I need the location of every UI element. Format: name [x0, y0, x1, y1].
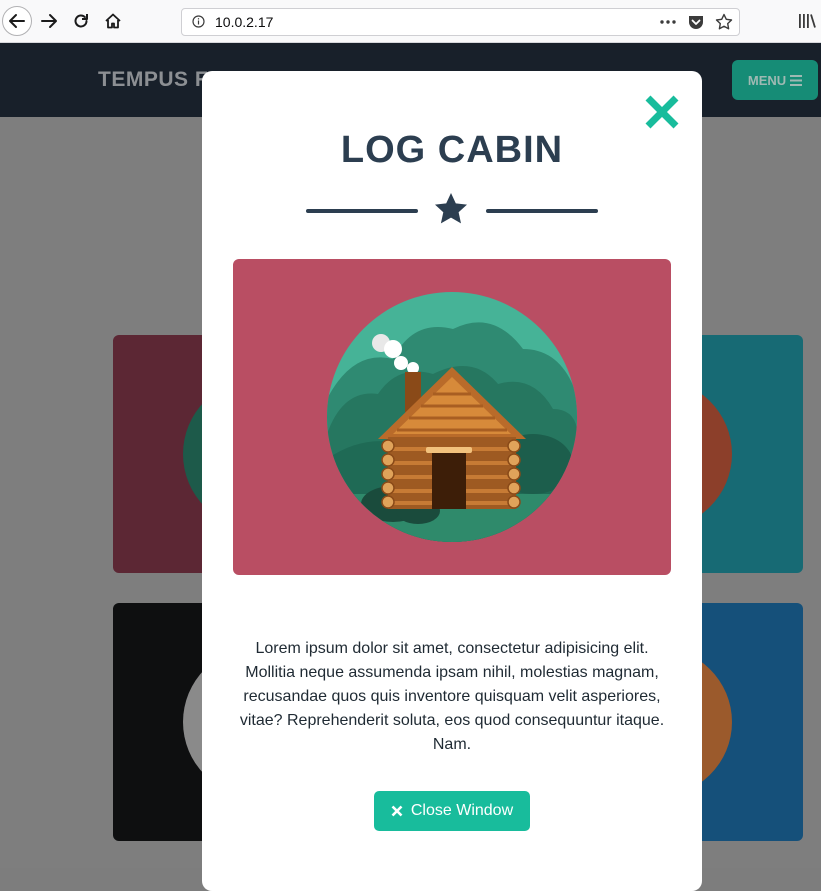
- menu-label: MENU: [747, 72, 787, 88]
- forward-button[interactable]: [34, 6, 64, 36]
- back-icon: [9, 14, 25, 28]
- portfolio-card-top-right[interactable]: [690, 335, 803, 573]
- log-cabin-illustration: [327, 292, 577, 542]
- close-window-button[interactable]: Close Window: [374, 791, 530, 831]
- divider-line-right: [486, 209, 598, 213]
- home-button[interactable]: [98, 6, 128, 36]
- portfolio-card-bottom-right[interactable]: [690, 603, 803, 841]
- bookmark-star-icon[interactable]: [715, 13, 733, 31]
- site-brand[interactable]: TEMPUS F: [98, 68, 208, 92]
- menu-button[interactable]: MENU: [732, 60, 818, 100]
- divider-line-left: [306, 209, 418, 213]
- reload-button[interactable]: [66, 6, 96, 36]
- close-window-label: Close Window: [410, 802, 514, 819]
- more-icon[interactable]: [659, 13, 677, 31]
- pocket-icon[interactable]: [687, 13, 705, 31]
- star-icon: [435, 193, 467, 224]
- close-icon: [391, 805, 403, 817]
- modal-description: Lorem ipsum dolor sit amet, consectetur …: [239, 640, 665, 753]
- close-icon[interactable]: [643, 93, 681, 131]
- back-button[interactable]: [2, 6, 32, 36]
- home-icon: [105, 13, 121, 29]
- browser-toolbar: 10.0.2.17: [0, 0, 821, 43]
- info-icon[interactable]: [192, 15, 205, 28]
- forward-icon: [41, 14, 57, 28]
- url-text[interactable]: 10.0.2.17: [215, 14, 273, 30]
- modal-title: LOG CABIN: [340, 129, 564, 171]
- portfolio-modal: LOG CABIN Lorem ipsum dolor sit amet, co…: [202, 71, 702, 891]
- hamburger-icon: [790, 74, 803, 86]
- reload-icon: [74, 14, 88, 28]
- url-bar[interactable]: 10.0.2.17: [181, 8, 740, 36]
- library-icon[interactable]: [796, 8, 820, 34]
- portfolio-image: [233, 259, 671, 575]
